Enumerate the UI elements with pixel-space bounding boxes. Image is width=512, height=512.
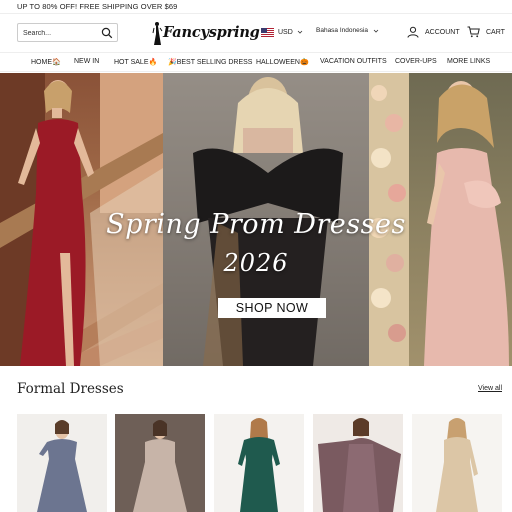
nav-item-halloween[interactable]: HALLOWEEN🎃 bbox=[256, 58, 309, 66]
product-image bbox=[436, 418, 478, 512]
chevron-down-icon bbox=[297, 30, 303, 34]
nav-item-home[interactable]: HOME🏠 bbox=[31, 58, 61, 66]
nav-item-cover-ups[interactable]: COVER-UPS bbox=[395, 58, 437, 65]
hero-banner[interactable]: Spring Prom Dresses 2026 SHOP NOW bbox=[0, 73, 512, 366]
product-card[interactable] bbox=[412, 414, 502, 512]
product-card[interactable] bbox=[115, 414, 205, 512]
language-selector[interactable]: Bahasa Indonesia bbox=[316, 27, 379, 34]
promo-text: UP TO 80% OFF! FREE SHIPPING OVER $69 bbox=[17, 2, 178, 11]
nav-item-more-links[interactable]: MORE LINKS bbox=[447, 58, 490, 65]
promo-bar: UP TO 80% OFF! FREE SHIPPING OVER $69 bbox=[0, 0, 512, 14]
search-input[interactable] bbox=[23, 27, 103, 39]
nav-item-hot-sale[interactable]: HOT SALE🔥 bbox=[114, 58, 157, 66]
site-logo[interactable]: Fancyspring bbox=[152, 21, 260, 45]
cart-icon bbox=[467, 26, 480, 38]
search-box[interactable] bbox=[17, 23, 118, 42]
cart-label: CART bbox=[486, 28, 505, 36]
hero-year: 2026 bbox=[223, 249, 289, 277]
language-label: Bahasa Indonesia bbox=[316, 27, 369, 34]
product-card[interactable] bbox=[17, 414, 107, 512]
logo-text: Fancyspring bbox=[163, 24, 260, 41]
nav-item-vacation-outfits[interactable]: VACATION OUTFITS bbox=[320, 58, 387, 65]
site-header: Fancyspring USD Bahasa Indonesia ACCOUNT bbox=[0, 15, 512, 51]
shop-now-button[interactable]: SHOP NOW bbox=[218, 298, 326, 318]
product-card[interactable] bbox=[214, 414, 304, 512]
currency-label: USD bbox=[278, 28, 293, 36]
chevron-down-icon bbox=[373, 29, 379, 33]
hero-title: Spring Prom Dresses bbox=[106, 209, 406, 240]
us-flag-icon bbox=[261, 27, 274, 37]
product-image bbox=[318, 418, 401, 512]
account-link[interactable]: ACCOUNT bbox=[407, 26, 460, 38]
user-icon bbox=[407, 26, 419, 38]
account-label: ACCOUNT bbox=[425, 28, 460, 36]
nav-item-new-in[interactable]: NEW IN bbox=[74, 58, 99, 65]
product-image bbox=[115, 414, 205, 512]
main-nav: HOME🏠 NEW IN HOT SALE🔥 🎉BEST SELLING DRE… bbox=[0, 52, 512, 72]
search-icon[interactable] bbox=[101, 27, 113, 39]
view-all-link[interactable]: View all bbox=[478, 385, 502, 392]
product-image bbox=[238, 418, 280, 512]
product-card[interactable] bbox=[313, 414, 403, 512]
section-title: Formal Dresses bbox=[17, 381, 124, 397]
product-image bbox=[37, 420, 87, 512]
cart-link[interactable]: CART bbox=[467, 26, 505, 38]
currency-selector[interactable]: USD bbox=[261, 26, 303, 38]
nav-item-best-selling[interactable]: 🎉BEST SELLING DRESS bbox=[168, 58, 252, 66]
